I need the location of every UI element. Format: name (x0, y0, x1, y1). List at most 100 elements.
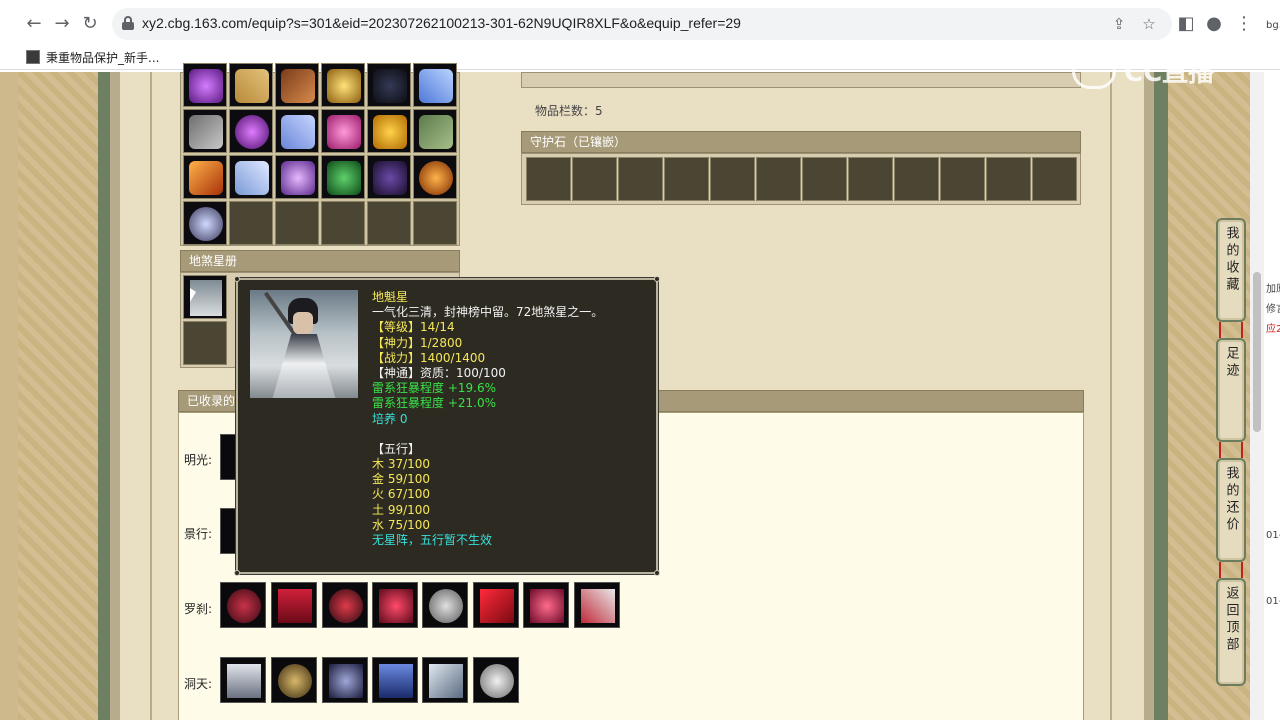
collected-item[interactable] (322, 582, 368, 628)
tooltip-aptitude: 【神通】资质：100/100 (372, 365, 506, 380)
collected-item[interactable] (473, 582, 519, 628)
tooltip-wuxing-wood: 木 37/100 (372, 457, 431, 472)
bookmark-item[interactable]: 秉重物品保护_新手... (26, 48, 159, 66)
forward-arrow-icon[interactable]: → (48, 10, 76, 38)
collected-item[interactable] (523, 582, 569, 628)
inventory-item[interactable] (229, 63, 273, 107)
nav-row: ← → ↻ xy2.cbg.163.com/equip?s=301&eid=20… (0, 6, 1280, 42)
inventory-item[interactable] (367, 63, 411, 107)
address-bar[interactable]: xy2.cbg.163.com/equip?s=301&eid=20230726… (112, 8, 1172, 40)
inventory-item[interactable] (275, 155, 319, 199)
bookmark-label[interactable]: 秉重物品保护_新手... (46, 49, 159, 66)
collected-item[interactable] (271, 657, 317, 703)
inventory-slot-empty[interactable] (413, 201, 457, 245)
guard-stone-slot[interactable] (940, 157, 985, 201)
edge-text-fragment: 01- (1266, 530, 1280, 541)
menu-kebab-icon[interactable]: ⋮ (1230, 10, 1258, 38)
tooltip-wuxing-earth: 土 99/100 (372, 502, 431, 517)
side-panel-icon[interactable]: ◧ (1172, 10, 1200, 38)
collected-item[interactable] (372, 657, 418, 703)
inventory-item[interactable] (183, 63, 227, 107)
inventory-slot-empty[interactable] (367, 201, 411, 245)
inventory-item[interactable] (229, 155, 273, 199)
guard-stone-slot[interactable] (618, 157, 663, 201)
inventory-item[interactable] (321, 109, 365, 153)
reload-icon[interactable]: ↻ (76, 10, 104, 38)
back-arrow-icon[interactable]: ← (20, 10, 48, 38)
row-label-luosha: 罗刹: (184, 602, 213, 616)
tooltip-corner (234, 570, 240, 576)
footprint-button[interactable]: 足迹 (1216, 338, 1246, 442)
collected-item[interactable] (220, 582, 266, 628)
footprint-label[interactable]: 足迹 (1221, 346, 1242, 380)
equipment-slots-top (521, 72, 1081, 88)
collected-item[interactable] (422, 582, 468, 628)
inventory-item[interactable] (183, 155, 227, 199)
inventory-grid (180, 63, 460, 246)
guard-stone-slot[interactable] (710, 157, 755, 201)
profile-icon[interactable]: ● (1200, 10, 1228, 38)
my-offers-button[interactable]: 我的还价 (1216, 458, 1246, 562)
collected-item[interactable] (322, 657, 368, 703)
edge-text-fragment: 01- (1266, 596, 1280, 607)
collected-title: 已收录的 (187, 394, 236, 408)
inventory-item[interactable] (367, 155, 411, 199)
inventory-slot-empty[interactable] (321, 201, 365, 245)
url-text[interactable]: xy2.cbg.163.com/equip?s=301&eid=20230726… (142, 15, 741, 31)
guard-stone-slot[interactable] (986, 157, 1031, 201)
lock-icon[interactable] (122, 16, 134, 30)
tooltip-level: 【等级】14/14 (372, 320, 455, 335)
collected-item[interactable] (473, 657, 519, 703)
edge-text-fragment: 加原 (1266, 284, 1280, 295)
my-favorites-label[interactable]: 我的收藏 (1221, 226, 1242, 294)
guard-stone-slot[interactable] (802, 157, 847, 201)
tooltip-corner (234, 276, 240, 282)
collected-item[interactable] (220, 657, 266, 703)
tooltip-wuxing-fire: 火 67/100 (372, 487, 431, 502)
guard-stone-slot[interactable] (664, 157, 709, 201)
tooltip-cultivate: 培养 0 (372, 411, 408, 426)
guard-stone-slot[interactable] (572, 157, 617, 201)
bookmark-favicon-icon (26, 50, 40, 64)
guard-stone-slot[interactable] (894, 157, 939, 201)
guard-stone-slot[interactable] (1032, 157, 1077, 201)
star-book-title: 地煞星册 (189, 254, 238, 268)
guard-stone-slot[interactable] (756, 157, 801, 201)
inventory-item[interactable] (413, 155, 457, 199)
share-icon[interactable]: ⇪ (1108, 13, 1130, 35)
side-connector (1219, 322, 1243, 338)
back-to-top-button[interactable]: 返回顶部 (1216, 578, 1246, 686)
page-scrollbar[interactable] (1250, 72, 1264, 720)
collected-item[interactable] (422, 657, 468, 703)
collected-item[interactable] (372, 582, 418, 628)
bookmark-star-icon[interactable]: ☆ (1138, 13, 1160, 35)
edge-text-fragment: 修言 (1266, 304, 1280, 315)
my-favorites-button[interactable]: 我的收藏 (1216, 218, 1246, 322)
inventory-item[interactable] (367, 109, 411, 153)
inventory-item[interactable] (321, 155, 365, 199)
inventory-slot-empty[interactable] (275, 201, 319, 245)
inventory-item[interactable] (321, 63, 365, 107)
inventory-item[interactable] (229, 109, 273, 153)
side-connector (1219, 562, 1243, 578)
scrollbar-thumb[interactable] (1253, 272, 1261, 432)
tooltip-corner (654, 276, 660, 282)
inventory-item[interactable] (183, 109, 227, 153)
inventory-slot-empty[interactable] (229, 201, 273, 245)
right-frame-pillar (1154, 72, 1168, 720)
collected-item[interactable] (574, 582, 620, 628)
inventory-item[interactable] (413, 109, 457, 153)
collected-item[interactable] (271, 582, 317, 628)
inventory-item[interactable] (413, 63, 457, 107)
item-tooltip: 地魁星 一气化三清，封神榜中留。72地煞星之一。 【等级】14/14 【神力】1… (234, 276, 660, 576)
inventory-item[interactable] (275, 63, 319, 107)
guard-stone-slot[interactable] (848, 157, 893, 201)
back-to-top-label[interactable]: 返回顶部 (1221, 586, 1242, 654)
inventory-item[interactable] (183, 201, 227, 245)
tooltip-attr-2: 雷系狂暴程度 +21.0% (372, 396, 496, 411)
my-offers-label[interactable]: 我的还价 (1221, 466, 1242, 534)
inventory-item[interactable] (275, 109, 319, 153)
guard-stone-slot[interactable] (526, 157, 571, 201)
tooltip-name: 地魁星 (372, 290, 409, 304)
star-card-slot[interactable] (183, 321, 227, 365)
